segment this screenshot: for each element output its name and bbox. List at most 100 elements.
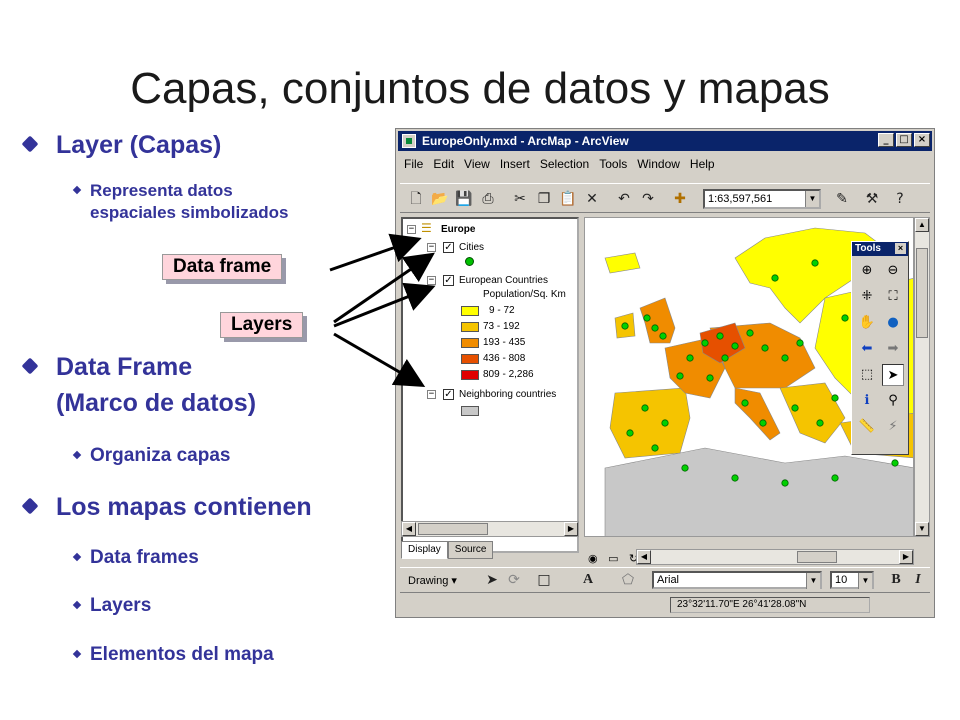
- menu-file[interactable]: File: [404, 157, 423, 177]
- pan-icon[interactable]: ✋: [856, 312, 878, 334]
- find-icon[interactable]: ⚲: [882, 390, 904, 412]
- close-button[interactable]: ×: [914, 133, 930, 147]
- redo-icon[interactable]: ↷: [638, 189, 658, 209]
- tools-close-button[interactable]: ×: [895, 243, 906, 254]
- chevron-down-icon[interactable]: ▼: [805, 191, 819, 207]
- callout-data-frame: Data frame: [162, 254, 283, 280]
- font-name-combo[interactable]: Arial ▼: [652, 571, 822, 589]
- paste-icon[interactable]: 📋: [558, 189, 578, 209]
- menu-window[interactable]: Window: [637, 157, 680, 177]
- scroll-up-icon[interactable]: ▲: [915, 218, 929, 232]
- legend-swatch: [461, 338, 479, 348]
- select-features-icon[interactable]: ⬚: [856, 364, 878, 386]
- collapse-icon[interactable]: −: [427, 243, 436, 252]
- chevron-down-icon[interactable]: ▼: [858, 573, 872, 589]
- legend-label: 73 - 192: [483, 321, 520, 332]
- rotate-icon[interactable]: ⟳: [504, 570, 524, 590]
- map-scale-combo[interactable]: 1:63,597,561 ▼: [703, 189, 821, 209]
- toc-data-frame-name[interactable]: Europe: [441, 224, 475, 235]
- map-scale-value: 1:63,597,561: [708, 193, 773, 205]
- scroll-left-icon[interactable]: ◀: [637, 550, 651, 564]
- editor-toolbar-icon[interactable]: ✎: [832, 189, 852, 209]
- sub-bullet-marker: [72, 649, 82, 659]
- status-coordinates: 23°32'11.70"E 26°41'28.08"N: [670, 597, 870, 613]
- fixed-zoom-in-icon[interactable]: ⁜: [856, 286, 878, 308]
- delete-icon[interactable]: ✕: [582, 189, 602, 209]
- scroll-right-icon[interactable]: ▶: [564, 522, 578, 536]
- window-titlebar[interactable]: EuropeOnly.mxd - ArcMap - ArcView _ □ ×: [398, 131, 932, 151]
- copy-icon[interactable]: ❐: [534, 189, 554, 209]
- italic-button[interactable]: I: [908, 570, 928, 590]
- next-extent-icon[interactable]: ➡: [882, 338, 904, 360]
- measure-icon[interactable]: 📏: [856, 416, 878, 438]
- chevron-down-icon[interactable]: ▼: [806, 573, 820, 589]
- arctoolbox-icon[interactable]: ⚒: [862, 189, 882, 209]
- data-view-icon[interactable]: ◉: [588, 553, 598, 565]
- tab-display[interactable]: Display: [401, 541, 448, 559]
- collapse-icon[interactable]: −: [427, 390, 436, 399]
- print-icon[interactable]: ⎙: [478, 189, 498, 209]
- text-tool-icon[interactable]: A: [578, 570, 598, 590]
- full-extent-icon[interactable]: ●: [882, 312, 904, 334]
- bullet-mapas: Los mapas contienen: [21, 492, 312, 522]
- whats-this-icon[interactable]: ?: [890, 189, 910, 209]
- drawing-menu[interactable]: Drawing ▾: [408, 574, 457, 587]
- menu-edit[interactable]: Edit: [433, 157, 454, 177]
- save-icon[interactable]: 💾: [454, 189, 474, 209]
- scroll-right-icon[interactable]: ▶: [899, 550, 913, 564]
- toc-layer-cities[interactable]: Cities: [459, 242, 484, 253]
- scroll-thumb[interactable]: [916, 248, 928, 338]
- cut-icon[interactable]: ✂: [510, 189, 530, 209]
- table-of-contents: − ☰ Europe − ✓ Cities − ✓ European Count…: [401, 217, 579, 553]
- hyperlink-icon[interactable]: ⚡: [882, 416, 904, 438]
- menu-insert[interactable]: Insert: [500, 157, 530, 177]
- font-size-combo[interactable]: 10 ▼: [830, 571, 874, 589]
- new-doc-icon[interactable]: 🗋: [406, 189, 426, 209]
- fixed-zoom-out-icon[interactable]: ⛶: [882, 286, 904, 308]
- open-folder-icon[interactable]: 📂: [430, 189, 450, 209]
- previous-extent-icon[interactable]: ⬅: [856, 338, 878, 360]
- sub-bullet-marker: [72, 450, 82, 460]
- scroll-thumb[interactable]: [797, 551, 837, 563]
- tools-palette-titlebar[interactable]: Tools ×: [852, 242, 908, 256]
- identify-icon[interactable]: ℹ: [856, 390, 878, 412]
- legend-swatch: [461, 354, 479, 364]
- scroll-thumb[interactable]: [418, 523, 488, 535]
- map-vertical-scrollbar[interactable]: ▲ ▼: [914, 217, 930, 537]
- legend-label: 193 - 435: [483, 337, 526, 348]
- bold-button[interactable]: B: [886, 570, 906, 590]
- menu-view[interactable]: View: [464, 157, 490, 177]
- menu-tools[interactable]: Tools: [599, 157, 627, 177]
- select-elements-icon[interactable]: ➤: [882, 364, 904, 386]
- menu-help[interactable]: Help: [690, 157, 715, 177]
- sub-bullet-data-frames: Data frames: [72, 546, 199, 570]
- edit-vertices-icon[interactable]: ⬠: [618, 570, 638, 590]
- toc-horizontal-scrollbar[interactable]: ◀ ▶: [401, 521, 579, 537]
- add-data-icon[interactable]: ✚: [670, 189, 690, 209]
- layer-checkbox-cities[interactable]: ✓: [443, 242, 454, 253]
- zoom-in-icon[interactable]: ⊕: [856, 260, 878, 282]
- toc-layer-countries[interactable]: European Countries: [459, 275, 548, 286]
- map-horizontal-scrollbar[interactable]: ◀ ▶: [636, 549, 914, 565]
- toc-layer-neighboring[interactable]: Neighboring countries: [459, 389, 556, 400]
- legend-swatch: [461, 406, 479, 416]
- collapse-icon[interactable]: −: [427, 276, 436, 285]
- layout-view-icon[interactable]: ▭: [608, 553, 618, 565]
- window-title: EuropeOnly.mxd - ArcMap - ArcView: [422, 134, 629, 148]
- rectangle-icon[interactable]: □: [534, 570, 554, 590]
- menu-selection[interactable]: Selection: [540, 157, 589, 177]
- layer-checkbox-countries[interactable]: ✓: [443, 275, 454, 286]
- select-pointer-icon[interactable]: ➤: [482, 570, 502, 590]
- sub-bullet-elementos: Elementos del mapa: [72, 643, 274, 667]
- tab-source[interactable]: Source: [447, 541, 494, 559]
- zoom-out-icon[interactable]: ⊖: [882, 260, 904, 282]
- minimize-button[interactable]: _: [878, 133, 894, 147]
- sub-bullet-marker: [72, 552, 82, 562]
- bullet-layer: Layer (Capas): [21, 130, 221, 160]
- layer-checkbox-neighboring[interactable]: ✓: [443, 389, 454, 400]
- scroll-down-icon[interactable]: ▼: [915, 522, 929, 536]
- maximize-button[interactable]: □: [896, 133, 912, 147]
- scroll-left-icon[interactable]: ◀: [402, 522, 416, 536]
- collapse-icon[interactable]: −: [407, 225, 416, 234]
- undo-icon[interactable]: ↶: [614, 189, 634, 209]
